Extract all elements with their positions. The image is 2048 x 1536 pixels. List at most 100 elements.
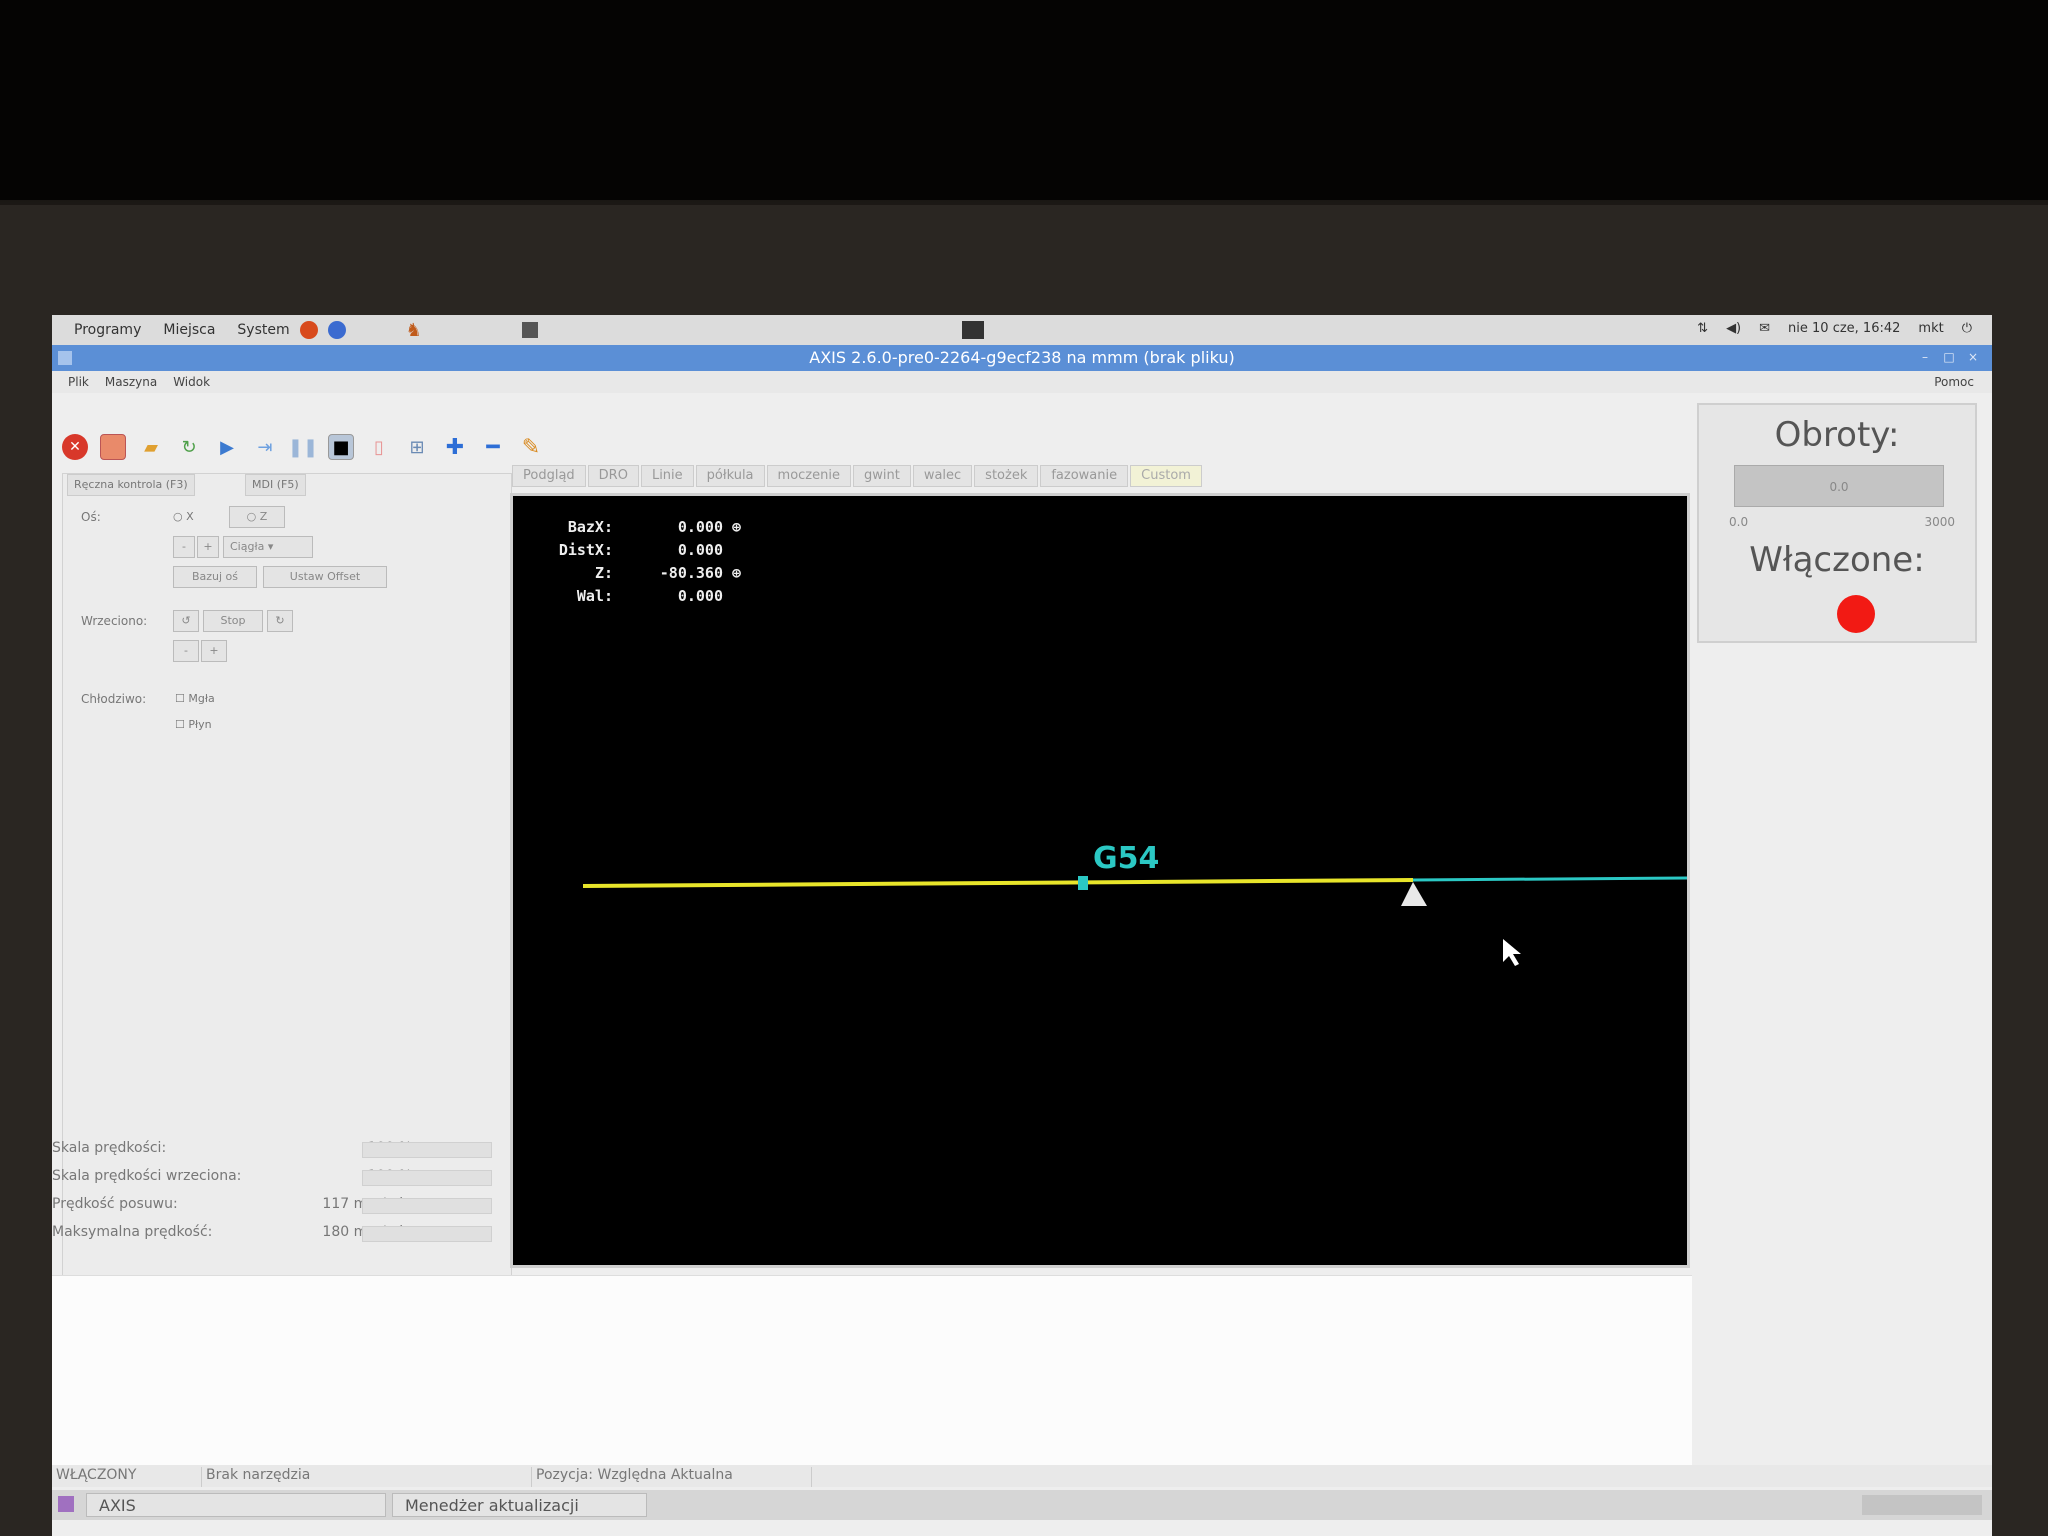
axis-radio-x[interactable]: ○ X	[173, 510, 194, 523]
slider-name: Prędkość posuwu:	[52, 1196, 178, 1212]
rpm-bar: 0.0	[1734, 465, 1944, 507]
machine-power-icon[interactable]	[100, 434, 126, 460]
jog-speed-row: Prędkość posuwu: 117 mm/min	[52, 1196, 502, 1218]
clock[interactable]: nie 10 cze, 16:42	[1788, 321, 1900, 336]
stop-icon[interactable]: ■	[328, 434, 354, 460]
panel-menu-programs[interactable]: Programy	[74, 322, 141, 338]
tab-thread[interactable]: gwint	[852, 465, 911, 487]
home-axis-button[interactable]: Bazuj oś	[173, 566, 257, 588]
origin-label: G54	[1093, 841, 1159, 876]
slider-name: Maksymalna prędkość:	[52, 1224, 213, 1240]
message-area[interactable]	[52, 1275, 1692, 1465]
tool-cone-icon	[1401, 882, 1427, 906]
reload-icon[interactable]: ↻	[176, 434, 202, 460]
spindle-override-slider[interactable]	[362, 1170, 492, 1186]
status-bar: WŁĄCZONY Brak narzędzia Pozycja: Względn…	[52, 1465, 1992, 1487]
clear-plot-icon[interactable]: ✎	[518, 434, 544, 460]
optional-stop-icon[interactable]: ⊞	[404, 434, 430, 460]
firefox-icon[interactable]	[299, 321, 318, 339]
touch-off-button[interactable]: Ustaw Offset	[263, 566, 387, 588]
feed-override-slider[interactable]	[362, 1142, 492, 1158]
pause-icon[interactable]: ❚❚	[288, 434, 318, 460]
tab-cylinder[interactable]: walec	[912, 465, 973, 487]
mail-icon[interactable]: ✉	[1759, 321, 1770, 336]
menu-file[interactable]: Plik	[68, 375, 89, 389]
flood-checkbox[interactable]: ☐ Płyn	[175, 718, 212, 731]
origin-marker	[1078, 876, 1088, 890]
run-icon[interactable]: ▶	[214, 434, 240, 460]
max-velocity-slider[interactable]	[362, 1226, 492, 1242]
zoom-out-icon[interactable]: ━	[480, 434, 506, 460]
workspace-icon[interactable]	[962, 321, 984, 339]
volume-icon[interactable]: ◀)	[1726, 321, 1741, 336]
tab-soaking[interactable]: moczenie	[766, 465, 851, 487]
open-file-icon[interactable]: ▰	[138, 434, 164, 460]
task-update-manager[interactable]: Menedżer aktualizacji	[392, 1493, 647, 1517]
mist-checkbox[interactable]: ☐ Mgła	[175, 692, 215, 705]
slider-name: Skala prędkości wrzeciona:	[52, 1168, 242, 1184]
axis-launcher-icon[interactable]: ♞	[406, 320, 422, 341]
spindle-cw-button[interactable]: ↻	[267, 610, 293, 632]
spindle-override-row: Skala prędkości wrzeciona: 100 %	[52, 1168, 502, 1190]
axis-label: Oś:	[81, 510, 101, 524]
panel-menu-system[interactable]: System	[237, 322, 289, 338]
feed-override-row: Skala prędkości: 100 %	[52, 1140, 502, 1162]
toolbar: ✕ ▰ ↻ ▶ ⇥ ❚❚ ■ ▯ ⊞ ✚ ━ ✎	[62, 427, 1692, 467]
menubar: Plik Maszyna Widok Pomoc	[52, 371, 1992, 393]
feed-path-line	[582, 878, 1414, 888]
menu-machine[interactable]: Maszyna	[105, 375, 157, 389]
tab-hemisphere[interactable]: półkula	[695, 465, 765, 487]
slider-name: Skala prędkości:	[52, 1140, 167, 1156]
tab-custom[interactable]: Custom	[1130, 465, 1202, 487]
step-icon[interactable]: ⇥	[252, 434, 278, 460]
panel-menu-places[interactable]: Miejsca	[163, 322, 215, 338]
menu-help[interactable]: Pomoc	[1934, 375, 1974, 389]
toolpath-canvas: G54	[582, 841, 1687, 966]
tab-mdi[interactable]: MDI (F5)	[245, 474, 306, 496]
workspace-switcher[interactable]	[1862, 1495, 1982, 1515]
toolpath-preview[interactable]: BazX: 0.000 ⊕ DistX: 0.000 Z: -80.360 ⊕ Wal…	[510, 493, 1690, 1268]
rpm-min: 0.0	[1729, 515, 1749, 529]
show-desktop-icon[interactable]	[58, 1496, 74, 1512]
block-delete-icon[interactable]: ▯	[366, 434, 392, 460]
menu-view[interactable]: Widok	[173, 375, 210, 389]
spindle-slower-button[interactable]: -	[173, 640, 199, 662]
max-velocity-row: Maksymalna prędkość: 180 mm/min	[52, 1224, 502, 1246]
override-sliders: Skala prędkości: 100 % Skala prędkości w…	[52, 1140, 512, 1260]
tab-preview[interactable]: Podgląd	[512, 465, 586, 487]
jog-minus-button[interactable]: -	[173, 536, 195, 558]
tab-chamfer[interactable]: fazowanie	[1040, 465, 1129, 487]
close-icon[interactable]: ×	[1966, 350, 1980, 364]
maximize-icon[interactable]: □	[1942, 350, 1956, 364]
spindle-on-led	[1837, 595, 1875, 633]
browser-icon[interactable]	[327, 321, 346, 339]
spindle-ccw-button[interactable]: ↺	[173, 610, 199, 632]
axis-radio-z[interactable]: ○ Z	[229, 506, 285, 528]
estop-icon[interactable]: ✕	[62, 434, 88, 460]
machine-state: WŁĄCZONY	[52, 1467, 202, 1487]
minimize-icon[interactable]: –	[1918, 350, 1932, 364]
window-icon[interactable]	[58, 351, 72, 365]
power-icon[interactable]: ⏻	[1962, 321, 1972, 336]
network-icon[interactable]: ⇅	[1697, 321, 1708, 336]
jog-step-select[interactable]: Ciągła ▾	[223, 536, 313, 558]
terminal-icon[interactable]	[521, 322, 538, 338]
spindle-stop-button[interactable]: Stop	[203, 610, 263, 632]
task-axis[interactable]: AXIS	[86, 1493, 386, 1517]
jog-speed-slider[interactable]	[362, 1198, 492, 1214]
jog-plus-button[interactable]: +	[197, 536, 219, 558]
position-mode: Pozycja: Względna Aktualna	[532, 1467, 812, 1487]
spindle-faster-button[interactable]: +	[201, 640, 227, 662]
tool-status: Brak narzędzia	[202, 1467, 532, 1487]
tab-cone[interactable]: stożek	[974, 465, 1039, 487]
top-panel: Programy Miejsca System ♞ ⇅ ◀) ✉ nie 10 …	[52, 315, 1992, 345]
user-name[interactable]: mkt	[1918, 321, 1943, 336]
zoom-in-icon[interactable]: ✚	[442, 434, 468, 460]
tab-manual-control[interactable]: Ręczna kontrola (F3)	[67, 474, 195, 496]
spindle-on-title: Włączone:	[1749, 540, 1925, 580]
tab-lines[interactable]: Linie	[640, 465, 694, 487]
tab-dro[interactable]: DRO	[587, 465, 639, 487]
rpm-title: Obroty:	[1774, 415, 1900, 455]
coolant-label: Chłodziwo:	[81, 692, 147, 706]
machine-limit-line	[1412, 876, 1687, 882]
